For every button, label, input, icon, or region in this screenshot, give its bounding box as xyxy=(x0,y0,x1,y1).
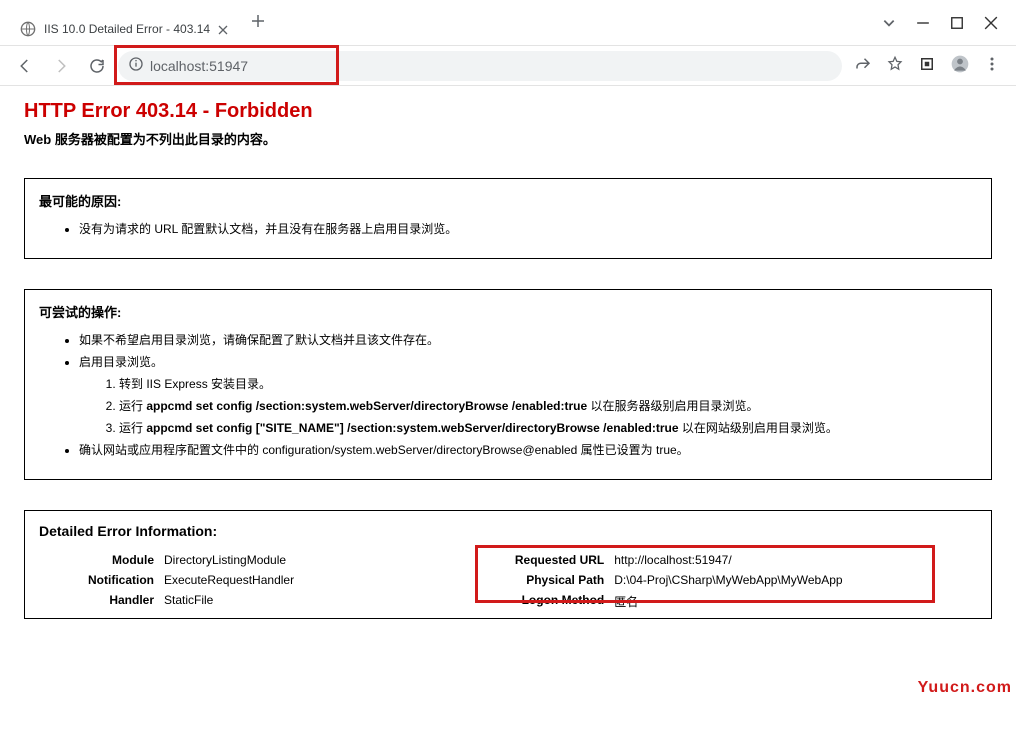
star-icon[interactable] xyxy=(886,55,904,76)
tab-title: IIS 10.0 Detailed Error - 403.14 xyxy=(44,22,210,36)
try-item: 确认网站或应用程序配置文件中的 configuration/system.web… xyxy=(79,441,977,459)
detail-value: http://localhost:51947/ xyxy=(614,553,731,567)
close-icon[interactable] xyxy=(218,24,228,34)
address-text: localhost:51947 xyxy=(150,58,248,74)
extensions-icon[interactable] xyxy=(918,55,936,76)
minimize-icon[interactable] xyxy=(916,16,930,30)
detail-value: D:\04-Proj\CSharp\MyWebApp\MyWebApp xyxy=(614,573,842,587)
error-page: HTTP Error 403.14 - Forbidden Web 服务器被配置… xyxy=(0,86,1016,619)
globe-icon xyxy=(20,21,36,37)
share-icon[interactable] xyxy=(854,55,872,76)
detail-label: Requested URL xyxy=(489,553,604,567)
forward-button[interactable] xyxy=(46,51,76,81)
reload-button[interactable] xyxy=(82,51,112,81)
details-column-left: Module DirectoryListingModule Notificati… xyxy=(39,553,489,616)
address-bar[interactable]: localhost:51947 xyxy=(118,51,842,81)
window-controls xyxy=(864,0,1016,45)
maximize-icon[interactable] xyxy=(950,16,964,30)
close-window-icon[interactable] xyxy=(984,16,998,30)
detail-value: StaticFile xyxy=(164,593,213,607)
info-icon[interactable] xyxy=(128,56,144,75)
window-titlebar: IIS 10.0 Detailed Error - 403.14 xyxy=(0,0,1016,46)
detail-label: Handler xyxy=(39,593,154,607)
menu-icon[interactable] xyxy=(984,56,1000,75)
detail-label: Module xyxy=(39,553,154,567)
try-item: 启用目录浏览。 转到 IIS Express 安装目录。 运行 appcmd s… xyxy=(79,353,977,437)
causes-section: 最可能的原因: 没有为请求的 URL 配置默认文档，并且没有在服务器上启用目录浏… xyxy=(24,178,992,259)
detail-value: ExecuteRequestHandler xyxy=(164,573,294,587)
try-subitem: 运行 appcmd set config ["SITE_NAME"] /sect… xyxy=(119,419,977,437)
page-subtitle: Web 服务器被配置为不列出此目录的内容。 xyxy=(24,129,992,148)
profile-icon[interactable] xyxy=(950,54,970,77)
new-tab-button[interactable] xyxy=(244,7,272,35)
watermark-text: Yuucn.com xyxy=(918,679,1012,697)
detail-label: Notification xyxy=(39,573,154,587)
details-heading: Detailed Error Information: xyxy=(39,523,977,539)
detail-label: Physical Path xyxy=(489,573,604,587)
try-section: 可尝试的操作: 如果不希望启用目录浏览，请确保配置了默认文档并且该文件存在。 启… xyxy=(24,289,992,480)
causes-item: 没有为请求的 URL 配置默认文档，并且没有在服务器上启用目录浏览。 xyxy=(79,220,977,238)
detail-value: 匿名 xyxy=(614,593,638,610)
browser-tab-active[interactable]: IIS 10.0 Detailed Error - 403.14 xyxy=(8,13,240,45)
try-item: 如果不希望启用目录浏览，请确保配置了默认文档并且该文件存在。 xyxy=(79,331,977,349)
try-heading: 可尝试的操作: xyxy=(39,302,977,321)
page-title: HTTP Error 403.14 - Forbidden xyxy=(24,100,992,123)
try-subitem: 运行 appcmd set config /section:system.web… xyxy=(119,397,977,415)
details-section: Detailed Error Information: Module Direc… xyxy=(24,510,992,619)
toolbar-right-icons xyxy=(848,54,1006,77)
details-column-right: Requested URL http://localhost:51947/ Ph… xyxy=(489,553,939,616)
detail-label: Logon Method xyxy=(489,593,604,610)
page-viewport: HTTP Error 403.14 - Forbidden Web 服务器被配置… xyxy=(0,86,1016,733)
causes-heading: 最可能的原因: xyxy=(39,191,977,210)
back-button[interactable] xyxy=(10,51,40,81)
try-subitem: 转到 IIS Express 安装目录。 xyxy=(119,375,977,393)
chevron-down-icon[interactable] xyxy=(882,16,896,30)
detail-value: DirectoryListingModule xyxy=(164,553,286,567)
browser-toolbar: localhost:51947 xyxy=(0,46,1016,86)
tab-strip: IIS 10.0 Detailed Error - 403.14 xyxy=(0,0,864,45)
